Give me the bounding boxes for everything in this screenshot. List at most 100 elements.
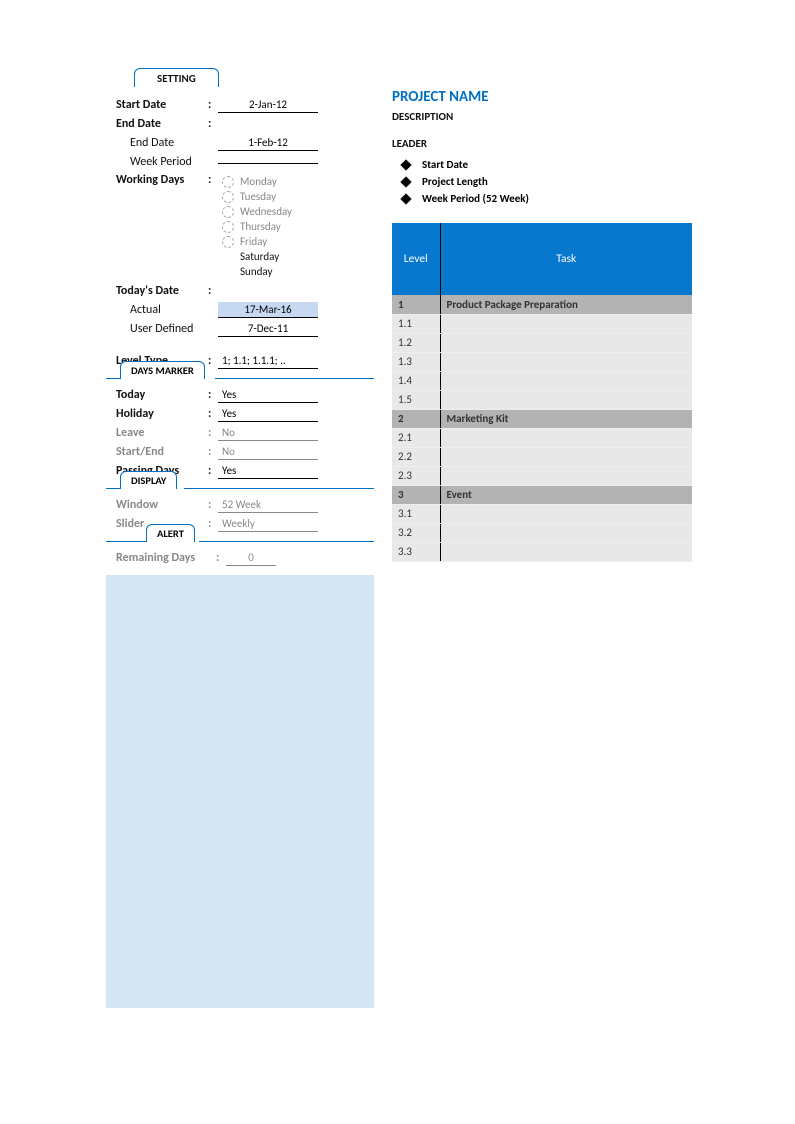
table-row[interactable]: 2.2 (392, 447, 692, 466)
user-defined-label: User Defined (116, 322, 208, 336)
day-label: Sunday (240, 265, 272, 278)
tab-alert[interactable]: ALERT (146, 524, 195, 542)
table-row[interactable]: 3.2 (392, 523, 692, 542)
todays-date-label: Today's Date (116, 284, 208, 298)
summary-item: Start Date (402, 158, 692, 171)
day-label: Wednesday (240, 205, 292, 218)
holiday-select[interactable]: Yes (218, 406, 318, 422)
table-row[interactable]: 2.3 (392, 466, 692, 485)
day-label: Saturday (240, 250, 279, 263)
settings-panel: SETTING Start Date : 2-Jan-12 End Date :… (106, 88, 374, 1008)
level-cell: 2 (392, 409, 440, 428)
level-cell: 3.2 (392, 523, 440, 542)
task-cell (440, 390, 692, 409)
working-days-label: Working Days (116, 173, 208, 187)
task-cell: Event (440, 485, 692, 504)
task-table: Level Task 1Product Package Preparation1… (392, 223, 692, 562)
working-days-list: Monday Tuesday Wednesday Thursday Friday Satu… (222, 173, 292, 280)
level-cell: 1.3 (392, 352, 440, 371)
tab-days-marker[interactable]: DAYS MARKER (120, 361, 205, 379)
leave-label: Leave (116, 426, 208, 440)
end-date-sub-label: End Date (116, 136, 208, 150)
project-leader: LEADER (392, 137, 692, 150)
working-day-wednesday[interactable]: Wednesday (222, 205, 292, 218)
leave-select: No (218, 425, 318, 441)
gear-icon (222, 221, 234, 233)
level-cell: 2.3 (392, 466, 440, 485)
level-cell: 1.4 (392, 371, 440, 390)
week-period-label: Week Period (116, 155, 208, 169)
summary-item-label: Project Length (422, 175, 488, 188)
level-cell: 1.1 (392, 314, 440, 333)
table-row[interactable]: 1.4 (392, 371, 692, 390)
today-select[interactable]: Yes (218, 387, 318, 403)
diamond-icon (400, 193, 411, 204)
start-date-label: Start Date (116, 98, 208, 112)
table-row[interactable]: 2.1 (392, 428, 692, 447)
table-row[interactable]: 1.2 (392, 333, 692, 352)
diamond-icon (400, 176, 411, 187)
working-day-tuesday[interactable]: Tuesday (222, 190, 292, 203)
working-day-monday[interactable]: Monday (222, 175, 292, 188)
user-defined-input[interactable]: 7-Dec-11 (218, 321, 318, 337)
task-cell: Marketing Kit (440, 409, 692, 428)
end-date-label: End Date (116, 117, 208, 131)
task-cell (440, 542, 692, 561)
alert-section: Remaining Days:0 (106, 541, 374, 575)
table-row[interactable]: 1Product Package Preparation (392, 295, 692, 314)
working-day-friday[interactable]: Friday (222, 235, 292, 248)
actual-label: Actual (116, 303, 208, 317)
working-day-thursday[interactable]: Thursday (222, 220, 292, 233)
summary-item-label: Week Period (52 Week) (422, 192, 529, 205)
setting-section: Start Date : 2-Jan-12 End Date : End Dat… (106, 88, 374, 378)
summary-item: Week Period (52 Week) (402, 192, 692, 205)
level-cell: 1.5 (392, 390, 440, 409)
startend-select: No (218, 444, 318, 460)
table-row[interactable]: 2Marketing Kit (392, 409, 692, 428)
table-row[interactable]: 1.1 (392, 314, 692, 333)
end-date-row: End Date : (116, 116, 366, 132)
tab-display[interactable]: DISPLAY (120, 471, 177, 489)
table-row[interactable]: 1.5 (392, 390, 692, 409)
project-description: DESCRIPTION (392, 110, 692, 123)
task-cell (440, 352, 692, 371)
end-date-input[interactable]: 1-Feb-12 (218, 135, 318, 151)
table-row[interactable]: 3.3 (392, 542, 692, 561)
slider-select: Weekly (218, 516, 318, 532)
window-select: 52 Week (218, 497, 318, 513)
working-day-sunday[interactable]: Sunday (222, 265, 292, 278)
task-cell (440, 504, 692, 523)
start-date-row: Start Date : 2-Jan-12 (116, 97, 366, 113)
startend-label: Start/End (116, 445, 208, 459)
col-task: Task (440, 223, 692, 295)
table-row[interactable]: 3Event (392, 485, 692, 504)
actual-date-value: 17-Mar-16 (218, 302, 318, 318)
passing-select[interactable]: Yes (218, 463, 318, 479)
task-cell (440, 447, 692, 466)
project-summary-list: Start Date Project Length Week Period (52 … (402, 158, 692, 205)
day-label: Thursday (240, 220, 281, 233)
level-type-select[interactable]: 1; 1.1; 1.1.1; .. (218, 353, 318, 369)
working-day-saturday[interactable]: Saturday (222, 250, 292, 263)
week-period-input[interactable] (218, 161, 318, 164)
gear-icon (222, 176, 234, 188)
today-label: Today (116, 388, 208, 402)
tab-setting[interactable]: SETTING (134, 68, 219, 87)
task-cell (440, 428, 692, 447)
task-cell (440, 466, 692, 485)
gear-icon (222, 191, 234, 203)
remaining-value: 0 (226, 550, 276, 566)
gear-icon (222, 206, 234, 218)
gear-icon (222, 236, 234, 248)
table-row[interactable]: 3.1 (392, 504, 692, 523)
diamond-icon (400, 159, 411, 170)
table-row[interactable]: 1.3 (392, 352, 692, 371)
project-title: PROJECT NAME (392, 88, 692, 106)
level-cell: 2.2 (392, 447, 440, 466)
level-cell: 3.1 (392, 504, 440, 523)
day-label: Tuesday (240, 190, 276, 203)
remaining-label: Remaining Days (116, 551, 216, 565)
start-date-input[interactable]: 2-Jan-12 (218, 97, 318, 113)
level-cell: 3.3 (392, 542, 440, 561)
holiday-label: Holiday (116, 407, 208, 421)
